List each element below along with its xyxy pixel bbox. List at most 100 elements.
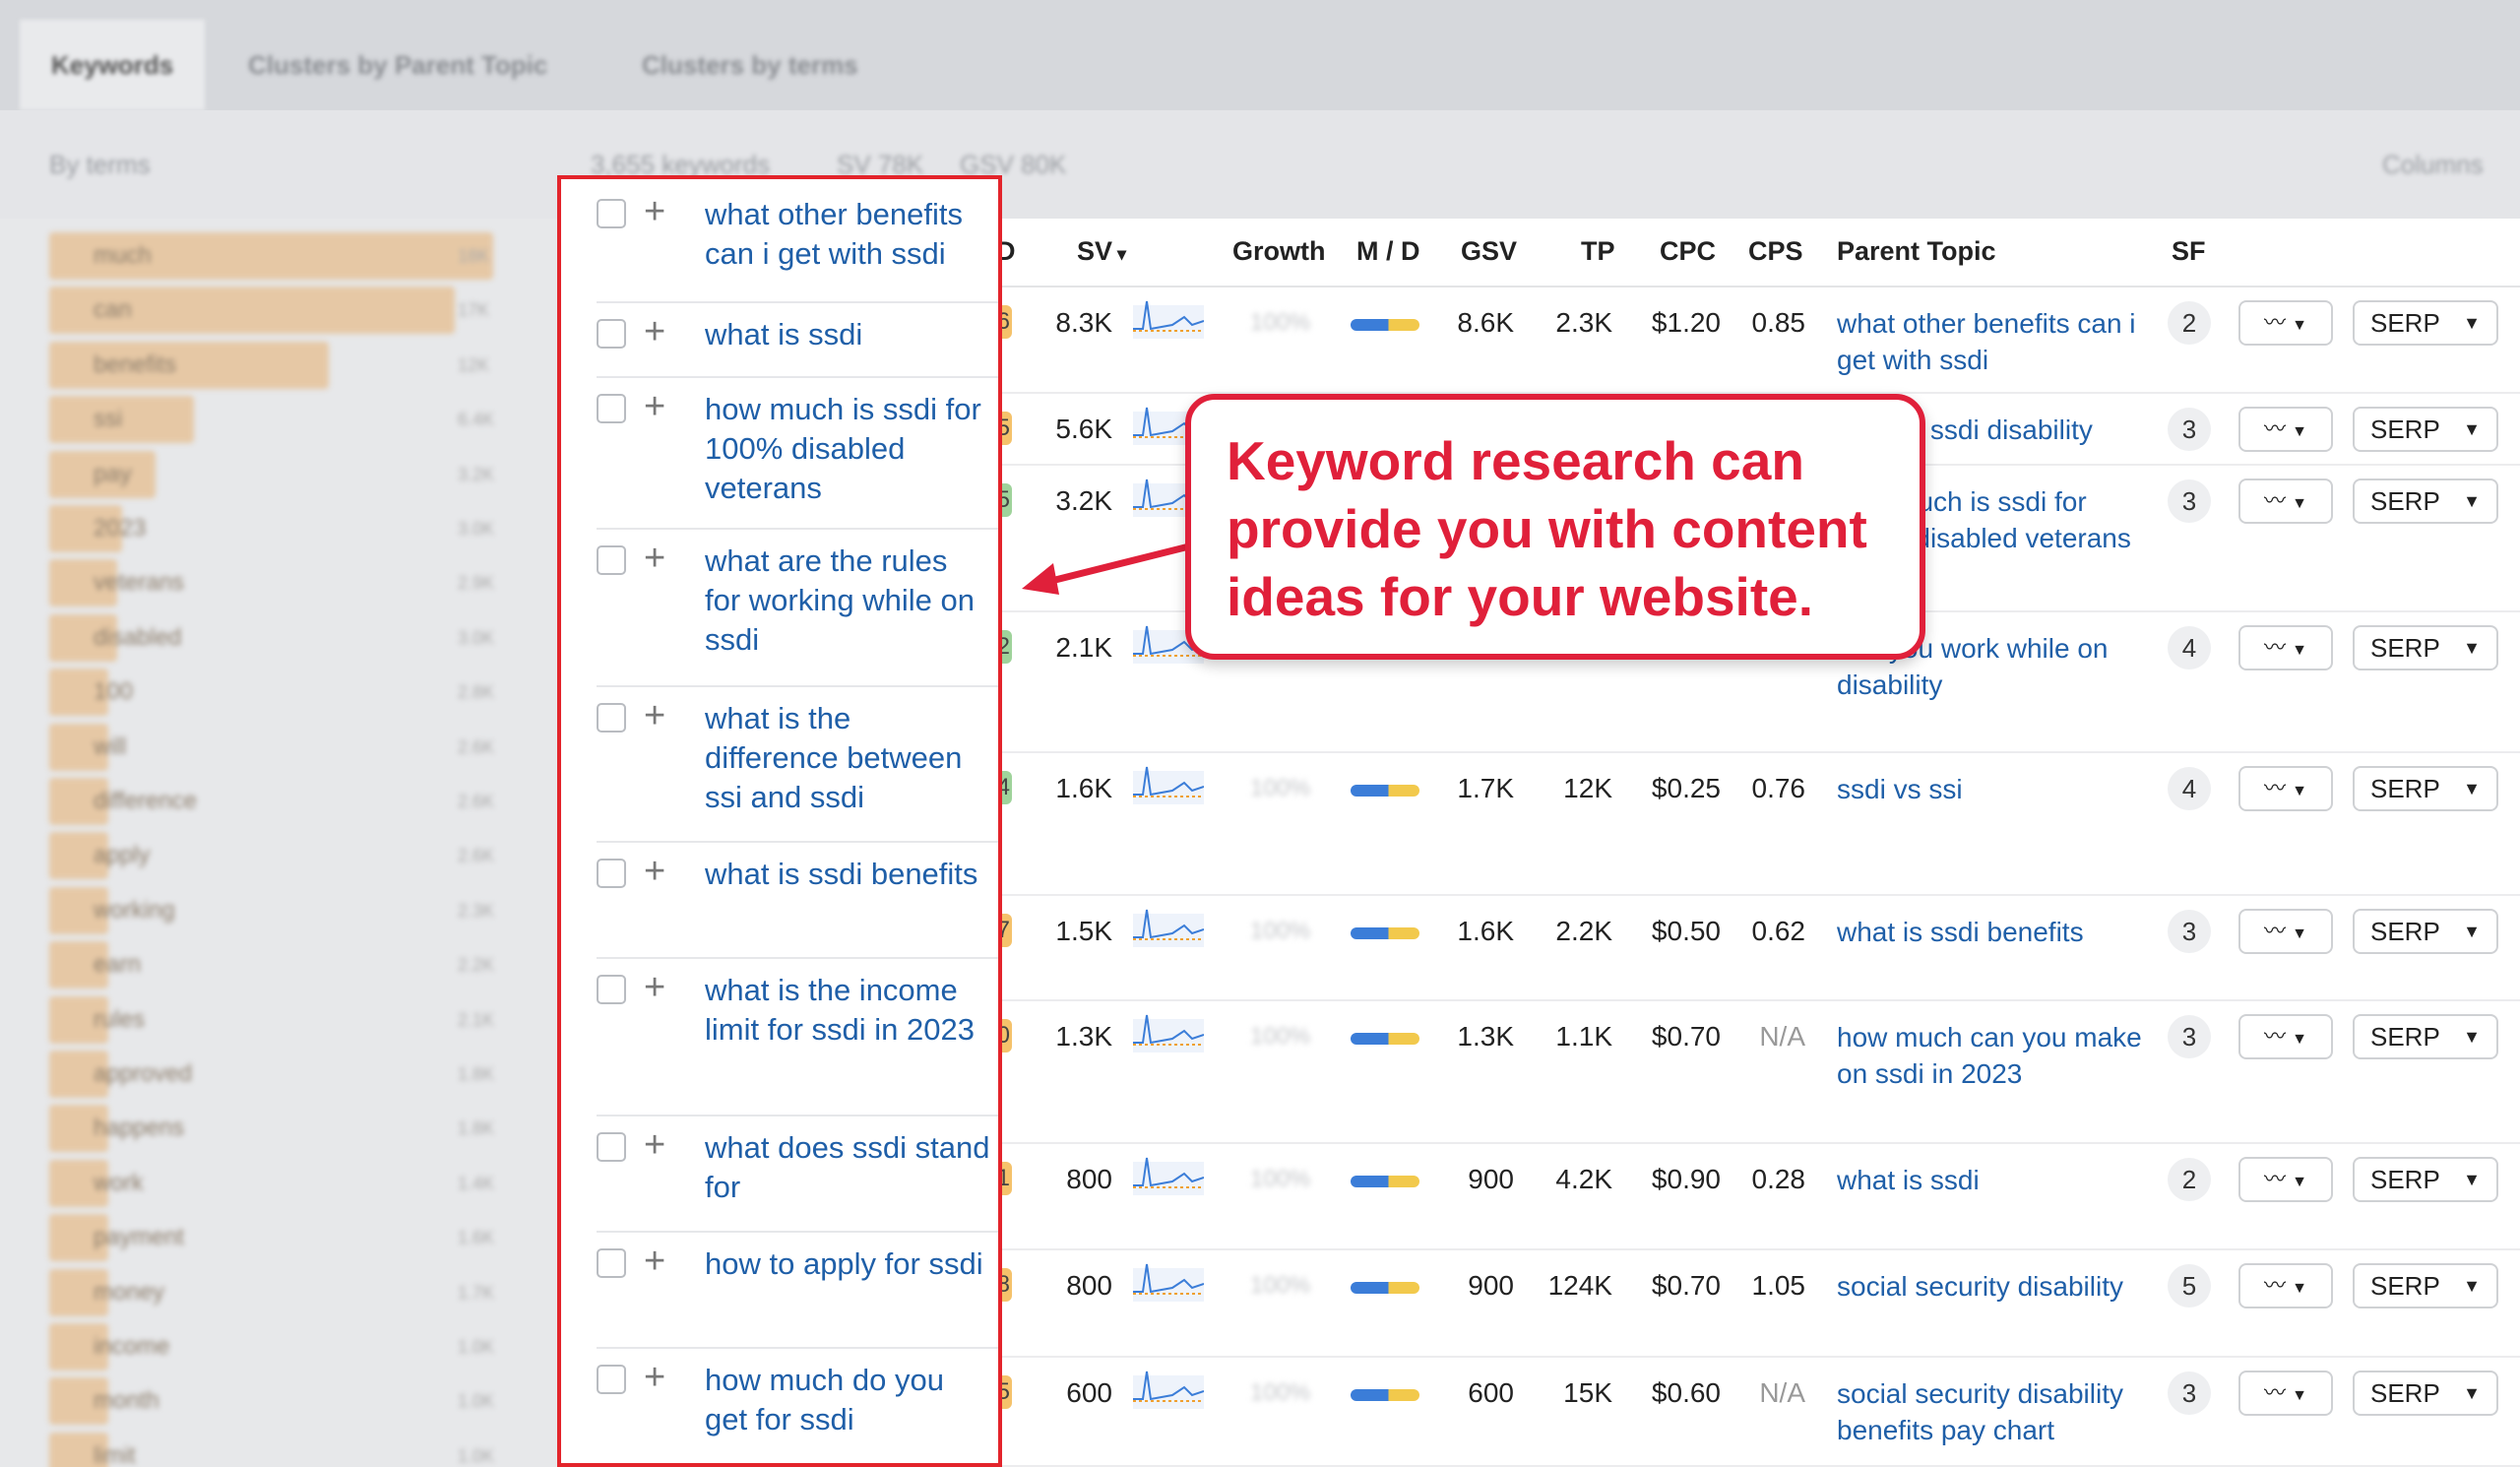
chevron-down-icon: ▼ [2463, 1170, 2481, 1189]
keyword-checkbox[interactable] [597, 1248, 626, 1278]
growth-value: 100% [1250, 1023, 1311, 1050]
keyword-link[interactable]: what is ssdi [705, 315, 990, 354]
serp-label: SERP [2370, 774, 2440, 803]
add-keyword-icon[interactable]: + [644, 969, 665, 1006]
serp-label: SERP [2370, 1378, 2440, 1408]
serp-button[interactable]: SERP ▼ [2353, 407, 2498, 452]
add-keyword-icon[interactable]: + [644, 388, 665, 425]
add-keyword-icon[interactable]: + [644, 697, 665, 734]
col-sf[interactable]: SF [2172, 236, 2206, 267]
col-cps[interactable]: CPS [1748, 236, 1803, 267]
keyword-checkbox[interactable] [597, 394, 626, 423]
md-bar [1351, 319, 1419, 331]
keyword-checkbox[interactable] [597, 859, 626, 888]
keyword-link[interactable]: what are the rules for working while on … [705, 542, 990, 660]
keyword-checkbox[interactable] [597, 319, 626, 349]
trend-dropdown[interactable]: 〰 ▼ [2238, 300, 2333, 346]
serp-button[interactable]: SERP ▼ [2353, 1263, 2498, 1308]
parent-topic-link[interactable]: what is ssdi benefits [1837, 914, 2152, 950]
keyword-link[interactable]: how to apply for ssdi [705, 1244, 990, 1284]
col-cpc[interactable]: CPC [1660, 236, 1716, 267]
parent-topic-link[interactable]: social security disability [1837, 1268, 2152, 1305]
parent-topic-link[interactable]: what is ssdi [1837, 1162, 2152, 1198]
serp-button[interactable]: SERP ▼ [2353, 1371, 2498, 1416]
chart-line-icon: 〰 [2264, 919, 2287, 943]
keyword-link[interactable]: what is ssdi benefits [705, 855, 990, 894]
parent-topic-link[interactable]: ssdi vs ssi [1837, 771, 2152, 807]
keyword-checkbox[interactable] [597, 703, 626, 733]
col-gsv[interactable]: GSV [1461, 236, 1517, 267]
by-terms-dropdown[interactable]: By terms [49, 150, 151, 180]
col-sv[interactable]: SV ▾ [1077, 236, 1126, 267]
keyword-link[interactable]: how much do you get for ssdi [705, 1361, 990, 1439]
add-keyword-icon[interactable]: + [644, 193, 665, 230]
serp-button[interactable]: SERP ▼ [2353, 909, 2498, 954]
keyword-link[interactable]: what is the income limit for ssdi in 202… [705, 971, 990, 1050]
sidebar-term-value: 18K [458, 246, 490, 266]
tab-keywords[interactable]: Keywords [20, 20, 206, 110]
add-keyword-icon[interactable]: + [644, 540, 665, 577]
add-keyword-icon[interactable]: + [644, 1126, 665, 1164]
parent-topic-link[interactable]: social security disability benefits pay … [1837, 1375, 2152, 1448]
keyword-checkbox[interactable] [597, 199, 626, 228]
serp-button[interactable]: SERP ▼ [2353, 766, 2498, 811]
growth-value: 100% [1250, 918, 1311, 944]
tab-clusters-terms[interactable]: Clusters by terms [610, 20, 890, 110]
sidebar-term-value: 2.6K [458, 736, 495, 757]
chevron-down-icon: ▼ [2292, 423, 2307, 440]
trend-dropdown[interactable]: 〰 ▼ [2238, 1157, 2333, 1202]
col-growth[interactable]: Growth [1232, 236, 1326, 267]
tp-value: 12K [1563, 773, 1612, 803]
tab-clusters-parent-topic[interactable]: Clusters by Parent Topic [217, 20, 579, 110]
add-keyword-icon[interactable]: + [644, 313, 665, 351]
trend-dropdown[interactable]: 〰 ▼ [2238, 478, 2333, 524]
tp-value: 4.2K [1555, 1164, 1612, 1194]
parent-topic-link[interactable]: how much can you make on ssdi in 2023 [1837, 1019, 2152, 1092]
sv-value: 1.6K [1055, 773, 1112, 803]
serp-button[interactable]: SERP ▼ [2353, 1014, 2498, 1059]
serp-button[interactable]: SERP ▼ [2353, 478, 2498, 524]
col-tp[interactable]: TP [1581, 236, 1615, 267]
keyword-divider [597, 528, 998, 530]
sidebar-term-bar[interactable] [49, 341, 330, 389]
trend-dropdown[interactable]: 〰 ▼ [2238, 1014, 2333, 1059]
keyword-checkbox[interactable] [597, 1132, 626, 1162]
screenshot-root: Keywords Clusters by Parent Topic Cluste… [0, 0, 2520, 1467]
keyword-link[interactable]: what is the difference between ssi and s… [705, 699, 990, 817]
keyword-divider [597, 957, 998, 959]
sf-count: 3 [2168, 910, 2211, 953]
chevron-down-icon: ▼ [2292, 1280, 2307, 1297]
serp-button[interactable]: SERP ▼ [2353, 1157, 2498, 1202]
add-keyword-icon[interactable]: + [644, 1243, 665, 1280]
col-md[interactable]: M / D [1356, 236, 1420, 267]
cpc-value: $0.50 [1651, 916, 1721, 946]
keyword-link[interactable]: what does ssdi stand for [705, 1128, 990, 1207]
add-keyword-icon[interactable]: + [644, 853, 665, 890]
parent-topic-link[interactable]: what other benefits can i get with ssdi [1837, 305, 2152, 378]
serp-button[interactable]: SERP ▼ [2353, 300, 2498, 346]
sidebar-term-value: 1.0K [458, 1445, 495, 1466]
trend-dropdown[interactable]: 〰 ▼ [2238, 909, 2333, 954]
keyword-checkbox[interactable] [597, 545, 626, 575]
cpc-value: $0.25 [1651, 773, 1721, 803]
add-keyword-icon[interactable]: + [644, 1359, 665, 1396]
sidebar-term-label: money [94, 1278, 165, 1306]
trend-dropdown[interactable]: 〰 ▼ [2238, 766, 2333, 811]
serp-button[interactable]: SERP ▼ [2353, 625, 2498, 670]
chart-line-icon: 〰 [2264, 776, 2287, 800]
tp-value: 1.1K [1555, 1021, 1612, 1052]
trend-dropdown[interactable]: 〰 ▼ [2238, 1371, 2333, 1416]
keyword-checkbox[interactable] [597, 975, 626, 1004]
serp-label: SERP [2370, 415, 2440, 444]
serp-label: SERP [2370, 486, 2440, 516]
col-parent-topic[interactable]: Parent Topic [1837, 236, 1996, 267]
keyword-checkbox[interactable] [597, 1365, 626, 1394]
keyword-link[interactable]: what other benefits can i get with ssdi [705, 195, 990, 274]
columns-button[interactable]: Columns [2382, 150, 2484, 180]
trend-dropdown[interactable]: 〰 ▼ [2238, 625, 2333, 670]
trend-dropdown[interactable]: 〰 ▼ [2238, 1263, 2333, 1308]
md-bar [1351, 785, 1419, 797]
md-bar [1351, 1282, 1419, 1294]
trend-dropdown[interactable]: 〰 ▼ [2238, 407, 2333, 452]
keyword-link[interactable]: how much is ssdi for 100% disabled veter… [705, 390, 990, 508]
